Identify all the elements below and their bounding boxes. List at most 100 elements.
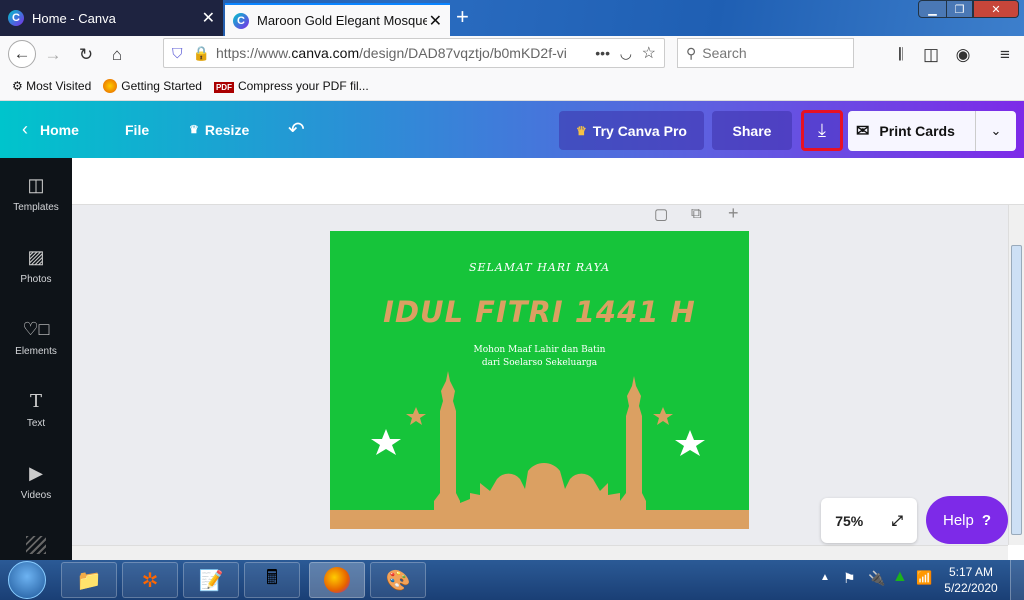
bookmark-label: Most Visited [26, 79, 92, 93]
bookmark-getting-started[interactable]: Getting Started [103, 79, 202, 94]
design-card[interactable]: SELAMAT HARI RAYA IDUL FITRI 1441 H Moho… [330, 231, 749, 529]
taskbar-firefox-icon[interactable] [309, 562, 365, 598]
canva-favicon-icon: C [8, 10, 24, 26]
menu-icon[interactable]: ≡ [994, 44, 1016, 66]
sidebar-item-label: Text [26, 418, 46, 429]
url-bar[interactable]: ⛉ 🔒 https://www. canva.com/design/DAD87vq… [163, 38, 665, 68]
sidebar-toggle-icon[interactable]: ◫ [920, 44, 942, 66]
zoom-level[interactable]: 75% [835, 513, 863, 529]
add-page-icon[interactable]: + [728, 203, 739, 224]
taskbar-calculator-icon[interactable]: 🖩 [244, 562, 300, 598]
shapes-icon: ♡□ [22, 319, 50, 339]
file-menu[interactable]: File [125, 101, 149, 158]
scrollbar-thumb[interactable] [1011, 245, 1022, 535]
download-button[interactable]: ⤓ [801, 110, 843, 151]
page-actions-icon[interactable]: ••• [589, 45, 610, 61]
tab-home-canva[interactable]: C Home - Canva ✕ [0, 0, 223, 36]
taskbar-file-explorer-icon[interactable]: 📁 [61, 562, 117, 598]
try-pro-label: Try Canva Pro [592, 122, 687, 139]
tab-title: Maroon Gold Elegant Mosque S [257, 13, 427, 28]
sidebar-item-label: Videos [20, 490, 52, 501]
search-icon: ⚲ [686, 44, 697, 61]
home-label: Home [40, 121, 79, 138]
note-icon[interactable]: ▢ [654, 205, 668, 223]
taskbar-xampp-icon[interactable]: ✲ [122, 562, 178, 598]
browser-tab-bar: C Home - Canva ✕ C Maroon Gold Elegant M… [0, 0, 1024, 36]
sidebar-item-videos[interactable]: ▶ Videos [0, 446, 72, 518]
vertical-scrollbar[interactable] [1008, 205, 1024, 545]
pocket-icon[interactable]: ◡ [620, 45, 632, 62]
zoom-control[interactable]: 75% ⤢ [821, 498, 917, 543]
horizontal-scrollbar[interactable] [72, 545, 1008, 560]
tab-title: Home - Canva [32, 10, 116, 26]
sidebar-item-elements[interactable]: ♡□ Elements [0, 302, 72, 374]
taskbar-notepad-icon[interactable]: 📝 [183, 562, 239, 598]
url-domain: canva.com [291, 45, 360, 61]
search-input[interactable]: ⚲ Search [677, 38, 854, 68]
canva-favicon-icon: C [233, 12, 249, 29]
bookmark-most-visited[interactable]: ⚙ Most Visited [12, 79, 91, 93]
bookmark-star-icon[interactable]: ☆ [642, 43, 656, 63]
power-icon[interactable]: 🔌 [868, 570, 885, 587]
background-icon[interactable] [26, 536, 46, 554]
tray-app-icon[interactable]: ▲ [892, 568, 908, 586]
duplicate-icon[interactable]: ⧉ [691, 205, 702, 222]
new-tab-button[interactable]: + [456, 4, 469, 30]
undo-icon[interactable]: ↶ [288, 101, 305, 158]
video-icon: ▶ [29, 463, 43, 483]
bookmark-label: Compress your PDF fil... [237, 79, 369, 93]
tab-design[interactable]: C Maroon Gold Elegant Mosque S ✕ [225, 3, 450, 36]
try-canva-pro-button[interactable]: ♛ Try Canva Pro [559, 111, 704, 150]
help-button[interactable]: Help? [926, 496, 1008, 544]
sidebar-item-label: Templates [13, 202, 59, 213]
resize-label: Resize [204, 121, 250, 138]
bookmark-compress-pdf[interactable]: PDF Compress your PDF fil... [213, 79, 369, 93]
sidebar-item-text[interactable]: T Text [0, 374, 72, 446]
clock-time: 5:17 AM [948, 565, 994, 579]
account-icon[interactable]: ◉ [952, 44, 974, 66]
network-icon[interactable]: 📶 [916, 570, 932, 586]
chevron-down-icon[interactable]: ⌄ [976, 123, 1016, 139]
text-icon: T [29, 391, 42, 412]
mosque-illustration [330, 371, 749, 529]
canva-header: ‹ Home File ♛ Resize ↶ ♛ Try Canva Pro Shar… [0, 101, 1024, 158]
close-window-button[interactable]: ✕ [973, 0, 1019, 18]
resize-button[interactable]: ♛ Resize [189, 101, 249, 158]
taskbar-paint-icon[interactable]: 🎨 [370, 562, 426, 598]
clock[interactable]: 5:17 AM 5/22/2020 [940, 564, 1002, 596]
toolbar-strip [72, 158, 1024, 205]
close-tab-icon[interactable]: ✕ [429, 11, 442, 31]
back-button[interactable]: ← [8, 40, 36, 68]
start-button[interactable] [8, 561, 46, 599]
firefox-icon [103, 79, 118, 94]
lock-icon: 🔒 [192, 44, 210, 61]
show-desktop-button[interactable] [1010, 560, 1024, 600]
restore-button[interactable]: ❐ [946, 0, 973, 18]
url-path: /design/DAD87vqztjo/b0mKD2f-vi [359, 45, 567, 61]
canva-sidebar: ◫ Templates ▨ Photos ♡□ Elements T Text ▶ Vid… [0, 158, 72, 560]
home-button[interactable]: ‹ Home [22, 101, 79, 158]
minimize-button[interactable]: ▁ [918, 0, 947, 18]
sidebar-item-templates[interactable]: ◫ Templates [0, 158, 72, 230]
show-hidden-icons[interactable]: ▲ [820, 572, 830, 583]
sidebar-item-photos[interactable]: ▨ Photos [0, 230, 72, 302]
clock-date: 5/22/2020 [944, 581, 998, 595]
home-button[interactable]: ⌂ [106, 44, 128, 66]
fullscreen-icon[interactable]: ⤢ [892, 512, 903, 529]
action-center-flag-icon[interactable]: ⚑ [843, 570, 856, 587]
library-icon[interactable]: 𝄃 [890, 44, 912, 66]
print-cards-button[interactable]: ✉ Print Cards [848, 111, 976, 151]
share-button[interactable]: Share [712, 111, 792, 150]
photo-icon: ▨ [27, 247, 45, 267]
chevron-left-icon: ‹ [22, 119, 28, 139]
close-tab-icon[interactable]: ✕ [202, 8, 215, 28]
url-prefix: https://www. [215, 45, 292, 61]
search-placeholder: Search [702, 45, 747, 61]
help-label: Help [942, 511, 974, 529]
bookmark-label: Getting Started [121, 78, 202, 93]
reload-button[interactable]: ↻ [75, 44, 97, 66]
forward-button[interactable]: → [42, 44, 64, 66]
crown-icon: ♛ [576, 123, 587, 138]
print-cards-group: ✉ Print Cards ⌄ [848, 111, 1016, 151]
bookmarks-bar: ⚙ Most Visited Getting Started PDF Compre… [0, 72, 1024, 101]
